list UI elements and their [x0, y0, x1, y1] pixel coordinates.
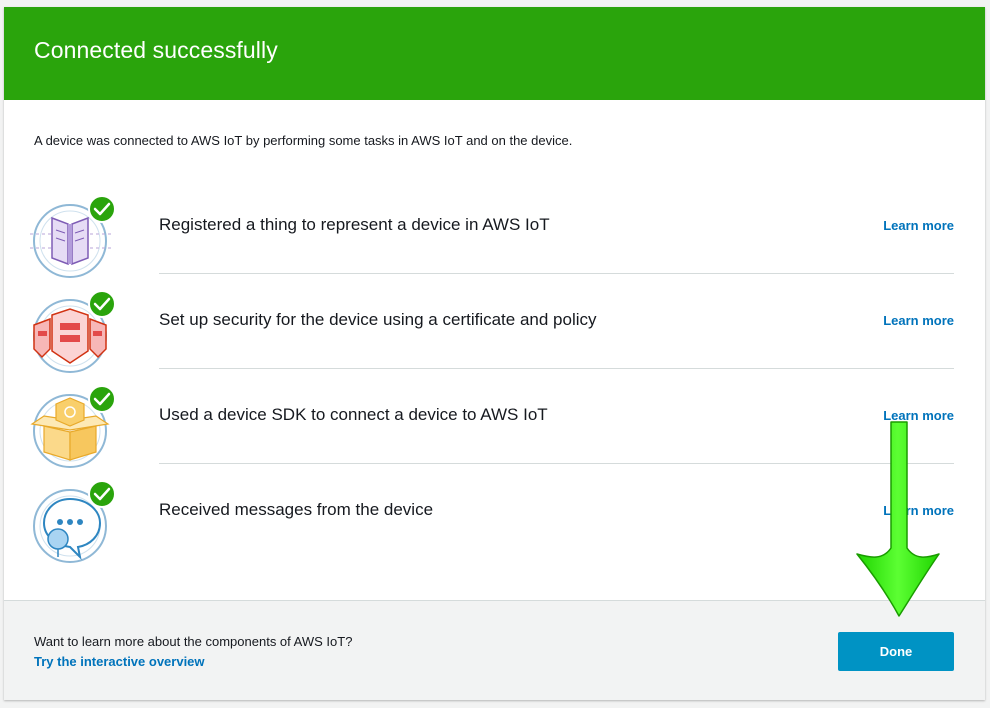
step-list: Registered a thing to represent a device…: [4, 179, 985, 563]
message-bubble-icon: [30, 481, 120, 563]
step-label: Received messages from the device: [159, 500, 434, 519]
sdk-box-icon: [30, 386, 120, 468]
security-shield-icon: [30, 291, 120, 373]
success-header: Connected successfully: [4, 7, 985, 100]
step-row: Set up security for the device using a c…: [159, 274, 954, 369]
step-label: Registered a thing to represent a device…: [159, 215, 550, 234]
step-device-sdk: Used a device SDK to connect a device to…: [4, 369, 985, 468]
page-title: Connected successfully: [34, 37, 278, 63]
step-row: Received messages from the device Learn …: [159, 464, 954, 559]
book-icon: [30, 196, 120, 278]
check-icon: [88, 196, 116, 223]
step-row: Used a device SDK to connect a device to…: [159, 369, 954, 464]
step-label: Set up security for the device using a c…: [159, 310, 597, 329]
learn-more-link[interactable]: Learn more: [883, 408, 954, 423]
learn-more-link[interactable]: Learn more: [883, 503, 954, 518]
step-messages: Received messages from the device Learn …: [4, 464, 985, 563]
footer-question: Want to learn more about the components …: [34, 634, 353, 649]
learn-more-link[interactable]: Learn more: [883, 218, 954, 233]
learn-more-link[interactable]: Learn more: [883, 313, 954, 328]
dialog-footer: Want to learn more about the components …: [4, 600, 985, 700]
step-row: Registered a thing to represent a device…: [159, 179, 954, 274]
check-icon: [88, 291, 116, 318]
check-icon: [88, 481, 116, 508]
intro-text: A device was connected to AWS IoT by per…: [34, 133, 573, 148]
success-dialog: Connected successfully A device was conn…: [4, 7, 985, 700]
interactive-overview-link[interactable]: Try the interactive overview: [34, 654, 205, 669]
done-button[interactable]: Done: [838, 632, 954, 671]
step-security: Set up security for the device using a c…: [4, 274, 985, 373]
step-label: Used a device SDK to connect a device to…: [159, 405, 548, 424]
step-register-thing: Registered a thing to represent a device…: [4, 179, 985, 278]
check-icon: [88, 386, 116, 413]
